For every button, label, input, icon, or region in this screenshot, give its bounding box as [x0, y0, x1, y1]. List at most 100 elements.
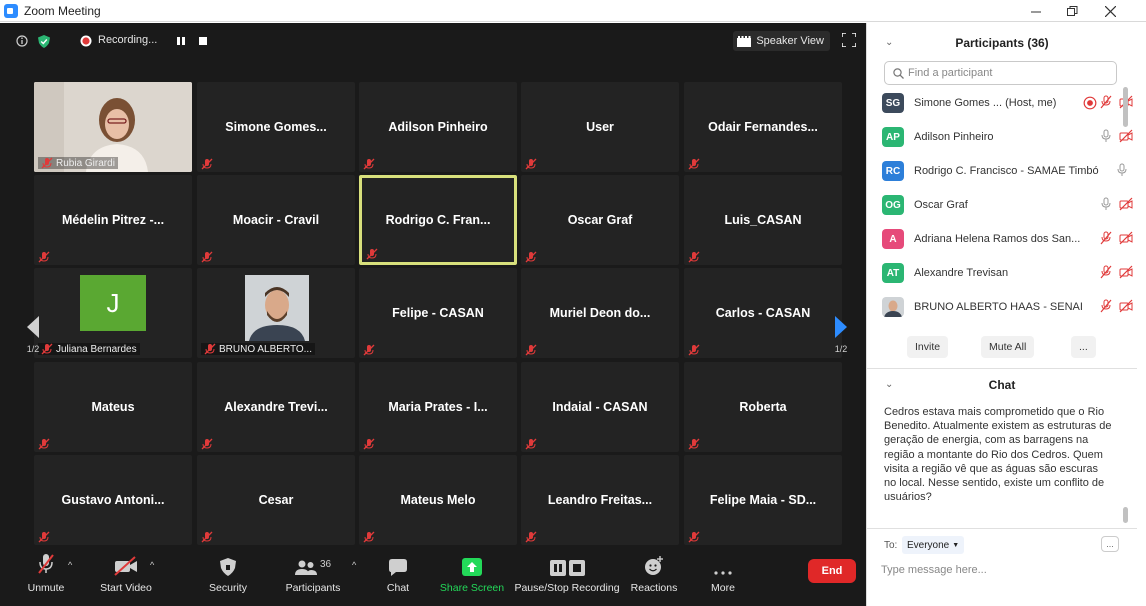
search-icon [893, 67, 904, 79]
start-video-button[interactable]: Start Video [86, 550, 166, 594]
participants-button[interactable]: 36 Participants [273, 550, 353, 594]
participant-tile[interactable]: Indaial - CASAN [521, 362, 679, 452]
microphone-muted-icon [38, 251, 50, 263]
participant-tile[interactable]: Felipe - CASAN [359, 268, 517, 358]
close-button[interactable] [1092, 0, 1128, 22]
restore-button[interactable] [1054, 0, 1090, 22]
participant-tile[interactable]: Adilson Pinheiro [359, 82, 517, 172]
participant-tile[interactable]: Gustavo Antoni... [34, 455, 192, 545]
microphone-muted-icon [201, 531, 213, 543]
next-page-button[interactable]: 1/2 [830, 299, 852, 371]
chat-to-label: To: [884, 540, 898, 551]
participant-name: Adilson Pinheiro [914, 131, 994, 143]
more-label: More [711, 582, 735, 594]
participant-tile[interactable]: Médelin Pitrez -... [34, 175, 192, 265]
minimize-button[interactable] [1018, 0, 1054, 22]
unmute-button[interactable]: Unmute [6, 550, 86, 594]
muted-indicator [688, 157, 700, 170]
participant-avatar: SG [882, 93, 904, 113]
participant-search-field[interactable]: Find a participant [884, 61, 1117, 85]
participants-label: Participants [285, 582, 341, 594]
participant-tile-name: Oscar Graf [567, 213, 633, 227]
participants-scrollbar[interactable] [1123, 87, 1128, 127]
reactions-button[interactable]: Reactions [614, 550, 694, 594]
chat-message-input[interactable] [881, 558, 1121, 582]
speaker-view-button[interactable]: Speaker View [733, 31, 830, 51]
participant-tile[interactable]: Roberta [684, 362, 842, 452]
participant-tile[interactable]: BRUNO ALBERTO... [197, 268, 355, 358]
participant-search-placeholder: Find a participant [908, 67, 993, 79]
participant-tile-name: Felipe - CASAN [392, 306, 484, 320]
participant-tile[interactable]: Felipe Maia - SD... [684, 455, 842, 545]
chat-scrollbar[interactable] [1123, 507, 1128, 523]
participant-tile[interactable]: J Juliana Bernardes [34, 268, 192, 358]
chat-bubble-icon [389, 559, 407, 576]
participant-tile[interactable]: Maria Prates - I... [359, 362, 517, 452]
participant-tile-name: Indaial - CASAN [552, 400, 648, 414]
audio-options-caret-icon[interactable]: ^ [68, 560, 72, 570]
participant-name: Adriana Helena Ramos dos San... [914, 233, 1081, 245]
chat-button[interactable]: Chat [358, 550, 438, 594]
participant-avatar: J [80, 275, 146, 331]
participant-tile[interactable]: Simone Gomes... [197, 82, 355, 172]
participant-tile[interactable]: Muriel Deon do... [521, 268, 679, 358]
microphone-muted-icon [363, 438, 375, 450]
fullscreen-icon[interactable] [842, 33, 856, 47]
muted-indicator [201, 530, 213, 543]
zoom-window: Zoom Meeting Recording... Speaker View R… [0, 0, 1146, 606]
collapse-participants-chevron-icon[interactable]: ⌄ [885, 37, 893, 48]
pause-icon [549, 560, 566, 576]
microphone-muted-icon [525, 531, 537, 543]
participant-tile[interactable]: Mateus Melo [359, 455, 517, 545]
participant-tile[interactable]: Cesar [197, 455, 355, 545]
side-panel: ⌄ Participants (36) Find a participant S… [866, 23, 1146, 606]
participant-tile[interactable]: Moacir - Cravil [197, 175, 355, 265]
participant-tile[interactable]: User [521, 82, 679, 172]
participant-tile[interactable]: Carlos - CASAN [684, 268, 842, 358]
participants-options-caret-icon[interactable]: ^ [352, 560, 356, 570]
recording-status: Recording... [98, 34, 158, 46]
meeting-toolbar: Unmute ^ Start Video ^ Security 36 Parti… [0, 546, 866, 606]
more-button[interactable]: More [683, 550, 763, 594]
stop-recording-icon[interactable] [198, 36, 208, 46]
prev-page-button[interactable]: 1/2 [22, 299, 44, 371]
microphone-muted-icon [366, 248, 378, 260]
participant-row[interactable]: BRUNO ALBERTO HAAS - SENAI [867, 291, 1133, 325]
participant-row[interactable]: SG Simone Gomes ... (Host, me) [867, 87, 1133, 121]
participant-tile[interactable]: Oscar Graf [521, 175, 679, 265]
microphone-muted-icon [41, 157, 53, 169]
participant-tile[interactable]: Odair Fernandes... [684, 82, 842, 172]
participant-avatar: RC [882, 161, 904, 181]
participant-tile[interactable]: Mateus [34, 362, 192, 452]
share-screen-button[interactable]: Share Screen [432, 550, 512, 594]
mute-all-button[interactable]: Mute All [981, 336, 1035, 358]
info-icon[interactable] [16, 35, 28, 47]
participant-row[interactable]: AP Adilson Pinheiro [867, 121, 1133, 155]
participant-row[interactable]: RC Rodrigo C. Francisco - SAMAE Timbó [867, 155, 1127, 189]
participants-more-button[interactable]: ... [1071, 336, 1096, 358]
participant-tile[interactable]: Rodrigo C. Fran... [359, 175, 517, 265]
participant-row[interactable]: A Adriana Helena Ramos dos San... [867, 223, 1133, 257]
participant-tile[interactable]: Alexandre Trevi... [197, 362, 355, 452]
invite-button[interactable]: Invite [907, 336, 949, 358]
participant-tile-name: Odair Fernandes... [708, 120, 818, 134]
participant-row[interactable]: AT Alexandre Trevisan [867, 257, 1133, 291]
participant-tile[interactable]: Leandro Freitas... [521, 455, 679, 545]
title-bar: Zoom Meeting [0, 0, 1146, 22]
participant-tile-name: Felipe Maia - SD... [709, 493, 817, 507]
chat-recipient-select[interactable]: Everyone ▼ [902, 536, 965, 554]
security-button[interactable]: Security [188, 550, 268, 594]
collapse-chat-chevron-icon[interactable]: ⌄ [885, 379, 893, 390]
participant-tile[interactable]: Luis_CASAN [684, 175, 842, 265]
start-video-label: Start Video [100, 582, 152, 594]
end-meeting-button[interactable]: End [808, 559, 856, 583]
close-icon [1104, 5, 1116, 17]
muted-indicator [525, 157, 537, 170]
participant-tile[interactable]: Rubia Girardi [34, 82, 192, 172]
participant-row[interactable]: OG Oscar Graf [867, 189, 1133, 223]
shield-check-icon[interactable] [38, 35, 50, 48]
pause-stop-recording-button[interactable]: Pause/Stop Recording [514, 550, 620, 594]
chat-more-button[interactable]: ... [1101, 536, 1119, 552]
video-options-caret-icon[interactable]: ^ [150, 560, 154, 570]
pause-recording-icon[interactable] [176, 36, 186, 46]
